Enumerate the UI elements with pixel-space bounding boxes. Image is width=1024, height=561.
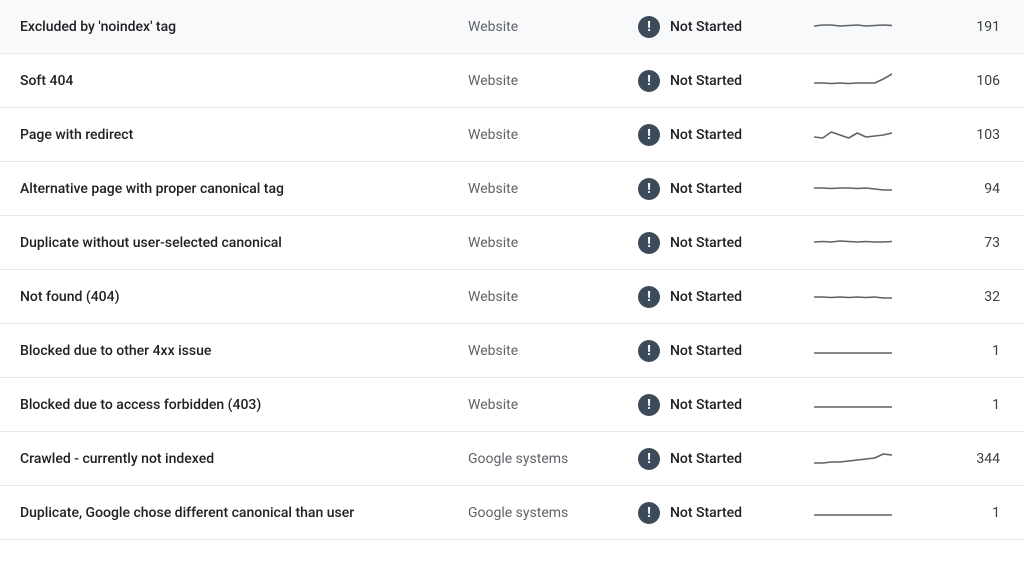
reason-cell: Excluded by 'noindex' tag — [8, 19, 468, 35]
status-cell: ! Not Started — [638, 340, 788, 362]
status-label: Not Started — [670, 73, 742, 89]
trend-sparkline — [788, 287, 918, 307]
alert-icon: ! — [638, 16, 660, 38]
reason-cell: Not found (404) — [8, 289, 468, 305]
status-cell: ! Not Started — [638, 16, 788, 38]
status-label: Not Started — [670, 181, 742, 197]
status-cell: ! Not Started — [638, 232, 788, 254]
alert-icon: ! — [638, 232, 660, 254]
count-cell: 191 — [918, 19, 1016, 35]
alert-icon: ! — [638, 448, 660, 470]
reason-cell: Alternative page with proper canonical t… — [8, 181, 468, 197]
status-label: Not Started — [670, 505, 742, 521]
status-cell: ! Not Started — [638, 178, 788, 200]
table-row[interactable]: Page with redirectWebsite! Not Started 103 — [0, 108, 1024, 162]
reason-cell: Blocked due to other 4xx issue — [8, 343, 468, 359]
status-cell: ! Not Started — [638, 286, 788, 308]
trend-sparkline — [788, 233, 918, 253]
status-label: Not Started — [670, 127, 742, 143]
reason-cell: Soft 404 — [8, 73, 468, 89]
status-label: Not Started — [670, 343, 742, 359]
status-cell: ! Not Started — [638, 70, 788, 92]
status-cell: ! Not Started — [638, 124, 788, 146]
reason-cell: Page with redirect — [8, 127, 468, 143]
count-cell: 73 — [918, 235, 1016, 251]
alert-icon: ! — [638, 124, 660, 146]
table-row[interactable]: Not found (404)Website! Not Started 32 — [0, 270, 1024, 324]
coverage-table: Excluded by 'noindex' tagWebsite!Not Sta… — [0, 0, 1024, 540]
count-cell: 103 — [918, 127, 1016, 143]
source-cell: Website — [468, 289, 638, 305]
alert-icon: ! — [638, 394, 660, 416]
alert-icon: ! — [638, 340, 660, 362]
count-cell: 106 — [918, 73, 1016, 89]
source-cell: Website — [468, 397, 638, 413]
table-row[interactable]: Crawled - currently not indexedGoogle sy… — [0, 432, 1024, 486]
count-cell: 1 — [918, 505, 1016, 521]
source-cell: Website — [468, 181, 638, 197]
table-row[interactable]: Blocked due to access forbidden (403)Web… — [0, 378, 1024, 432]
trend-sparkline — [788, 71, 918, 91]
reason-cell: Duplicate, Google chose different canoni… — [8, 505, 468, 521]
source-cell: Google systems — [468, 451, 638, 467]
table-row[interactable]: Excluded by 'noindex' tagWebsite! Not Sta… — [0, 0, 1024, 54]
table-row[interactable]: Soft 404Website! Not Started 106 — [0, 54, 1024, 108]
status-label: Not Started — [670, 289, 742, 305]
count-cell: 1 — [918, 397, 1016, 413]
source-cell: Website — [468, 127, 638, 143]
trend-sparkline — [788, 179, 918, 199]
status-label: Not Started — [670, 235, 742, 251]
trend-sparkline — [788, 503, 918, 523]
source-cell: Website — [468, 19, 638, 35]
trend-sparkline — [788, 125, 918, 145]
trend-sparkline — [788, 449, 918, 469]
table-row[interactable]: Blocked due to other 4xx issueWebsite! No… — [0, 324, 1024, 378]
alert-icon: ! — [638, 502, 660, 524]
trend-sparkline — [788, 395, 918, 415]
count-cell: 94 — [918, 181, 1016, 197]
status-cell: ! Not Started — [638, 502, 788, 524]
status-label: Not Started — [670, 451, 742, 467]
table-row[interactable]: Alternative page with proper canonical t… — [0, 162, 1024, 216]
alert-icon: ! — [638, 178, 660, 200]
status-label: Not Started — [670, 397, 742, 413]
alert-icon: ! — [638, 286, 660, 308]
table-row[interactable]: Duplicate without user-selected canonica… — [0, 216, 1024, 270]
status-cell: ! Not Started — [638, 448, 788, 470]
source-cell: Website — [468, 343, 638, 359]
reason-cell: Blocked due to access forbidden (403) — [8, 397, 468, 413]
count-cell: 344 — [918, 451, 1016, 467]
source-cell: Google systems — [468, 505, 638, 521]
reason-cell: Duplicate without user-selected canonica… — [8, 235, 468, 251]
table-row[interactable]: Duplicate, Google chose different canoni… — [0, 486, 1024, 540]
status-label: Not Started — [670, 19, 742, 35]
reason-cell: Crawled - currently not indexed — [8, 451, 468, 467]
count-cell: 32 — [918, 289, 1016, 305]
trend-sparkline — [788, 17, 918, 37]
count-cell: 1 — [918, 343, 1016, 359]
source-cell: Website — [468, 235, 638, 251]
alert-icon: ! — [638, 70, 660, 92]
trend-sparkline — [788, 341, 918, 361]
status-cell: ! Not Started — [638, 394, 788, 416]
source-cell: Website — [468, 73, 638, 89]
